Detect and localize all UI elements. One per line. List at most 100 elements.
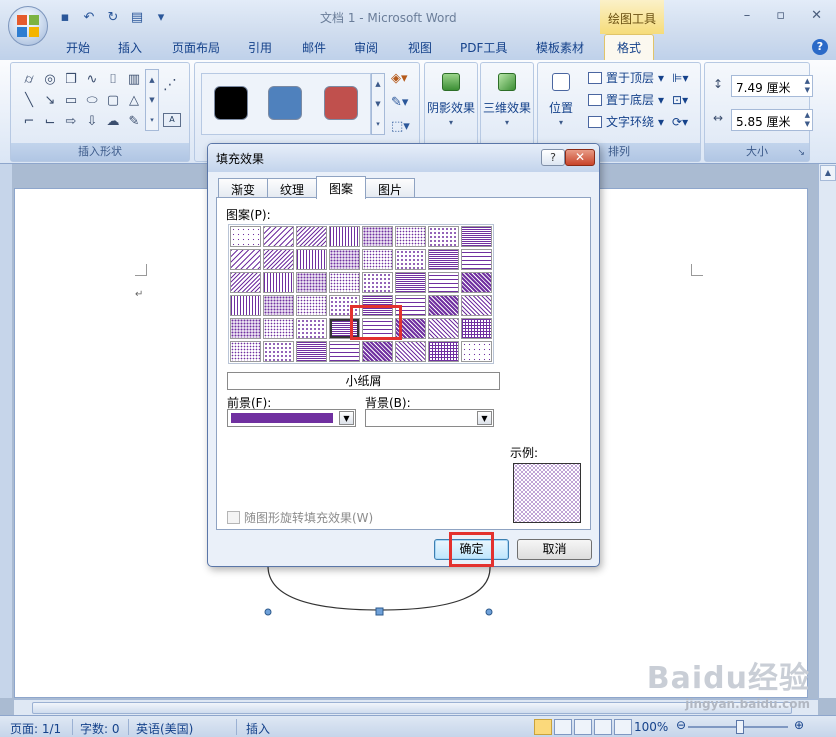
pattern-cell[interactable] [395, 295, 426, 316]
tab-format[interactable]: 格式 [604, 34, 655, 60]
pattern-cell[interactable] [461, 341, 492, 362]
tab-texture[interactable]: 纹理 [267, 178, 318, 198]
text-wrap-button[interactable]: 文字环绕 ▾ ⟳▾ [588, 113, 688, 130]
cancel-button[interactable]: 取消 [517, 539, 592, 560]
line-shape-icon[interactable]: ╲ [19, 90, 39, 110]
pattern-cell[interactable] [428, 272, 459, 293]
background-color-dropdown[interactable]: ▼ [365, 409, 494, 427]
shape-width-input[interactable]: 5.85 厘米 ▲ ▼ [731, 109, 813, 131]
rotate-icon[interactable]: ⟳▾ [672, 115, 688, 129]
selected-shape[interactable] [262, 560, 498, 620]
cloud-shape-icon[interactable]: ☁ [103, 111, 123, 131]
tab-templates[interactable]: 模板素材 [536, 39, 584, 56]
pattern-cell[interactable] [296, 272, 327, 293]
pattern-cell[interactable] [263, 341, 294, 362]
zoom-level[interactable]: 100% [634, 720, 668, 734]
foreground-color-dropdown[interactable]: ▼ [227, 409, 356, 427]
chevron-down-icon[interactable]: ▼ [477, 411, 492, 425]
pattern-cell[interactable] [428, 318, 459, 339]
pattern-cell[interactable] [428, 226, 459, 247]
dialog-help-icon[interactable]: ? [541, 149, 565, 166]
pattern-cell[interactable] [428, 295, 459, 316]
pattern-cell[interactable] [329, 272, 360, 293]
shadow-effects-button[interactable]: 阴影效果 ▾ [425, 67, 477, 143]
pattern-cell[interactable] [329, 226, 360, 247]
pattern-cell[interactable] [461, 272, 492, 293]
scroll-up-icon[interactable]: ▲ [820, 165, 836, 181]
shape-fill-icon[interactable]: ◈▾ [391, 71, 408, 86]
pattern-cell[interactable] [362, 295, 393, 316]
pattern-cell[interactable] [263, 226, 294, 247]
donut-shape-icon[interactable]: ◎ [40, 69, 60, 89]
pattern-cell[interactable] [362, 341, 393, 362]
save-icon[interactable]: ▪ [56, 8, 74, 26]
shape-outline-icon[interactable]: ✎▾ [391, 95, 408, 110]
size-dialog-launcher-icon[interactable]: ↘ [797, 148, 805, 158]
pattern-cell[interactable] [428, 249, 459, 270]
full-screen-view-icon[interactable] [554, 719, 572, 735]
pattern-cell[interactable] [329, 249, 360, 270]
tab-pdf-tools[interactable]: PDF工具 [460, 39, 507, 56]
rotate-with-shape-checkbox[interactable] [227, 511, 240, 524]
pattern-cell[interactable] [461, 249, 492, 270]
office-button[interactable] [8, 6, 48, 46]
pattern-cell-selected[interactable] [329, 318, 360, 339]
right-arrow-shape-icon[interactable]: ⇨ [61, 111, 81, 131]
tab-mailings[interactable]: 邮件 [302, 39, 326, 56]
dialog-close-icon[interactable]: ✕ [565, 149, 595, 166]
height-spinner-icon[interactable]: ▲ ▼ [805, 77, 810, 95]
cylinder-shape-icon[interactable]: ⌭ [19, 69, 39, 89]
group-icon[interactable]: ⊡▾ [672, 93, 688, 107]
pattern-cell[interactable] [230, 295, 261, 316]
pattern-cell[interactable] [230, 226, 261, 247]
pattern-cell[interactable] [395, 341, 426, 362]
bracket-shape-icon[interactable]: ⌷ [103, 69, 123, 89]
cube-shape-icon[interactable]: ❒ [61, 69, 81, 89]
width-spinner-icon[interactable]: ▲ ▼ [805, 111, 810, 129]
pattern-cell[interactable] [461, 226, 492, 247]
pattern-cell[interactable] [230, 341, 261, 362]
close-icon[interactable]: ✕ [811, 8, 822, 23]
rounded-rect-shape-icon[interactable]: ▢ [103, 90, 123, 110]
shape-height-input[interactable]: 7.49 厘米 ▲ ▼ [731, 75, 813, 97]
layout-icon[interactable]: ▤ [128, 8, 146, 26]
pattern-cell[interactable] [296, 318, 327, 339]
tab-pattern[interactable]: 图案 [316, 176, 367, 199]
status-language[interactable]: 英语(美国) [136, 720, 193, 737]
tab-picture[interactable]: 图片 [365, 178, 416, 198]
zoom-slider-thumb[interactable] [736, 720, 744, 734]
arrow-line-shape-icon[interactable]: ↘ [40, 90, 60, 110]
outline-view-icon[interactable] [594, 719, 612, 735]
align-icon[interactable]: ⊫▾ [672, 71, 688, 85]
tab-review[interactable]: 审阅 [354, 39, 378, 56]
edit-shape-icon[interactable]: ⋰ [163, 77, 177, 93]
zoom-out-icon[interactable]: ⊖ [676, 718, 686, 732]
pattern-cell[interactable] [461, 318, 492, 339]
shape-styles-scroll[interactable]: ▲ ▼ ▾ [371, 73, 385, 135]
pattern-cell[interactable] [428, 341, 459, 362]
shape-style-blue[interactable] [268, 86, 302, 120]
resize-handle-icon[interactable] [264, 608, 272, 616]
send-to-back-button[interactable]: 置于底层 ▾ ⊡▾ [588, 91, 688, 108]
rotate-with-shape-option[interactable]: 随图形旋转填充效果(W) [227, 509, 373, 526]
ok-button[interactable]: 确定 [434, 539, 509, 560]
shape-style-red[interactable] [324, 86, 358, 120]
resize-handle-icon[interactable] [485, 608, 493, 616]
pattern-cell[interactable] [263, 295, 294, 316]
text-box-icon[interactable]: A [163, 113, 181, 127]
pattern-cell[interactable] [395, 318, 426, 339]
pattern-cell[interactable] [362, 226, 393, 247]
pattern-cell[interactable] [329, 341, 360, 362]
pattern-cell[interactable] [296, 295, 327, 316]
resize-handle-icon[interactable] [375, 607, 384, 616]
restore-icon[interactable]: ▫ [776, 8, 785, 23]
pattern-cell[interactable] [296, 226, 327, 247]
rectangle-shape-icon[interactable]: ▭ [61, 90, 81, 110]
bring-to-front-button[interactable]: 置于顶层 ▾ ⊫▾ [588, 69, 689, 86]
frame-shape-icon[interactable]: ▥ [124, 69, 144, 89]
triangle-shape-icon[interactable]: △ [124, 90, 144, 110]
tab-gradient[interactable]: 渐变 [218, 178, 269, 198]
pattern-cell[interactable] [263, 249, 294, 270]
help-icon[interactable]: ? [812, 39, 828, 55]
tab-page-layout[interactable]: 页面布局 [172, 39, 220, 56]
